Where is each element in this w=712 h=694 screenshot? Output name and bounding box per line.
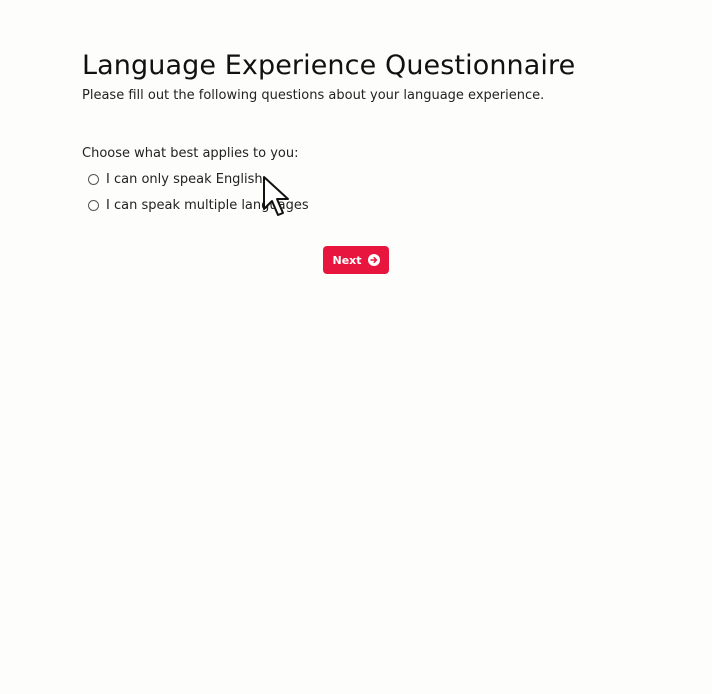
question-label: Choose what best applies to you:: [82, 146, 299, 161]
next-button-label: Next: [332, 253, 362, 267]
option-multiple-languages-label: I can speak multiple languages: [106, 198, 309, 213]
option-english-only[interactable]: I can only speak English: [88, 172, 263, 187]
questionnaire-page: Language Experience Questionnaire Please…: [0, 0, 712, 694]
radio-english-only[interactable]: [88, 174, 99, 185]
radio-multiple-languages[interactable]: [88, 200, 99, 211]
page-subtitle: Please fill out the following questions …: [82, 88, 545, 103]
arrow-circle-right-icon: [367, 254, 380, 266]
next-button[interactable]: Next: [323, 246, 389, 274]
option-multiple-languages[interactable]: I can speak multiple languages: [88, 198, 309, 213]
page-title: Language Experience Questionnaire: [82, 50, 576, 81]
option-english-only-label: I can only speak English: [106, 172, 263, 187]
